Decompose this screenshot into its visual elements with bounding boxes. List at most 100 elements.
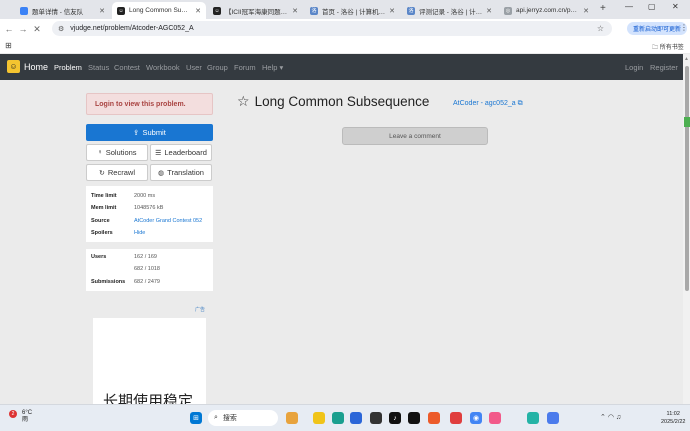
browser-tab[interactable]: 洛 首页 - 洛谷 | 计算机科学 ✕ <box>305 2 400 19</box>
site-navbar: ☺ Home Problem Status Contest Workbook U… <box>0 54 683 80</box>
menu-icon[interactable]: ⋮ <box>680 23 688 32</box>
edge-icon[interactable] <box>332 412 344 424</box>
app-icon[interactable] <box>428 412 440 424</box>
close-tab-icon[interactable]: ✕ <box>583 7 589 15</box>
vjudge-logo-icon: ☺ <box>7 60 20 73</box>
app-icon[interactable] <box>489 412 501 424</box>
nav-login[interactable]: Login <box>625 63 643 72</box>
close-tab-icon[interactable]: ✕ <box>195 7 201 15</box>
app-icon[interactable] <box>547 412 559 424</box>
problem-stats-box: Users 162 / 169 682 / 1018 Submissions 6… <box>86 249 213 291</box>
stop-icon[interactable]: ✕ <box>30 24 44 35</box>
ad-text: 长期使用稳定 <box>103 393 194 404</box>
address-bar[interactable]: ⚙ vjudge.net/problem/Atcoder-AGC052_A ☆ <box>52 21 612 36</box>
tiktok-icon[interactable]: ♪ <box>389 412 401 424</box>
nav-group[interactable]: Group <box>207 63 228 72</box>
folder-icon: 🗀 <box>652 45 659 51</box>
widgets-icon[interactable] <box>286 412 298 424</box>
favorite-star-icon[interactable]: ☆ <box>237 93 250 110</box>
close-window-icon[interactable]: ✕ <box>672 2 679 11</box>
file-explorer-icon[interactable] <box>313 412 325 424</box>
browser-tab[interactable]: ◎ api.jerryz.com.cn/practi ✕ <box>499 2 594 19</box>
upload-icon: ⇪ <box>133 128 140 137</box>
favicon-icon: 洛 <box>407 6 415 15</box>
app-icon[interactable] <box>527 412 539 424</box>
system-tray[interactable]: ⌃ ◠ ♫ <box>600 413 621 421</box>
nav-user[interactable]: User <box>186 63 202 72</box>
site-info-icon[interactable]: ⚙ <box>58 25 64 33</box>
forward-icon[interactable]: → <box>16 24 30 34</box>
browser-tab[interactable]: 题单详情 - 信友队 ✕ <box>15 2 110 19</box>
origin-link[interactable]: AtCoder - agc052_a ⧉ <box>453 100 523 108</box>
nav-workbook[interactable]: Workbook <box>146 63 180 72</box>
favicon-icon <box>20 6 28 15</box>
all-bookmarks-button[interactable]: 🗀 所有书签 <box>652 42 684 53</box>
weather-widget[interactable]: 2 6°C 雨 <box>9 410 32 424</box>
external-link-icon: ⧉ <box>517 100 523 107</box>
nav-forum[interactable]: Forum <box>234 63 256 72</box>
bookmark-star-icon[interactable]: ☆ <box>597 24 604 33</box>
update-button[interactable]: 重新启动即可更新 <box>627 22 688 35</box>
ad-label: 广告 <box>195 307 206 313</box>
scroll-up-icon[interactable]: ▲ <box>684 56 689 62</box>
qq-icon[interactable] <box>370 412 382 424</box>
source-link[interactable]: AtCoder Grand Contest 052 <box>134 218 202 224</box>
maximize-icon[interactable]: ▢ <box>648 2 656 11</box>
advertisement[interactable]: 长期使用稳定 <box>93 318 206 404</box>
spoilers-toggle[interactable]: Hide <box>134 230 145 236</box>
new-tab-icon[interactable]: + <box>600 3 606 14</box>
favicon-icon: 洛 <box>310 6 318 15</box>
app-icon[interactable] <box>350 412 362 424</box>
submit-button[interactable]: ⇪ Submit <box>86 124 213 141</box>
volume-icon: ♫ <box>615 414 622 421</box>
taskbar-search[interactable]: ⌕ 搜索 <box>208 410 278 426</box>
favicon-icon: ☺ <box>117 6 125 15</box>
clock[interactable]: 11:02 2025/2/22 <box>661 411 685 426</box>
search-icon: ⌕ <box>214 414 218 421</box>
wifi-icon: ◠ <box>607 414 614 421</box>
browser-tab[interactable]: 洛 评测记录 - 洛谷 | 计算机 ✕ <box>402 2 497 19</box>
close-tab-icon[interactable]: ✕ <box>389 7 395 15</box>
app-icon[interactable] <box>450 412 462 424</box>
side-widget[interactable] <box>684 117 690 127</box>
tab-strip: 题单详情 - 信友队 ✕ ☺ Long Common Subseque ✕ ☺ … <box>0 0 690 19</box>
notification-badge: 2 <box>9 410 17 418</box>
leave-comment-button[interactable]: Leave a comment <box>342 127 488 145</box>
brand-home-link[interactable]: ☺ Home <box>7 60 48 73</box>
caret-down-icon: ▾ <box>279 63 284 72</box>
solutions-button[interactable]: ♀ Solutions <box>86 144 148 161</box>
problem-title: ☆ Long Common Subsequence <box>237 93 430 110</box>
lightbulb-icon: ♀ <box>97 149 103 156</box>
globe-icon: ◍ <box>158 169 165 177</box>
nav-register[interactable]: Register <box>650 63 678 72</box>
apps-icon[interactable]: ⊞ <box>5 41 12 50</box>
close-tab-icon[interactable]: ✕ <box>99 7 105 15</box>
browser-toolbar: ← → ✕ ⚙ vjudge.net/problem/Atcoder-AGC05… <box>0 19 690 39</box>
chevron-up-icon: ⌃ <box>600 414 606 421</box>
taskbar: 2 6°C 雨 ⊞ ⌕ 搜索 ♪ ◉ ⌃ ◠ ♫ 11:02 2025/2/22 <box>0 404 690 431</box>
nav-help[interactable]: Help ▾ <box>262 63 283 72</box>
browser-tab[interactable]: ☺ 【ICII冠军海康同题算法 ✕ <box>208 2 303 19</box>
browser-tab-active[interactable]: ☺ Long Common Subseque ✕ <box>112 2 206 19</box>
app-icon[interactable] <box>408 412 420 424</box>
bookmarks-bar: ⊞ 🗀 所有书签 <box>0 39 690 53</box>
recrawl-button[interactable]: ↻ Recrawl <box>86 164 148 181</box>
close-tab-icon[interactable]: ✕ <box>292 7 298 15</box>
minimize-icon[interactable]: — <box>625 2 633 11</box>
nav-status[interactable]: Status <box>88 63 109 72</box>
refresh-icon: ↻ <box>99 169 105 177</box>
nav-contest[interactable]: Contest <box>114 63 140 72</box>
favicon-icon: ☺ <box>213 6 221 15</box>
close-tab-icon[interactable]: ✕ <box>486 7 492 15</box>
back-icon[interactable]: ← <box>2 24 16 34</box>
start-icon[interactable]: ⊞ <box>190 412 202 424</box>
chrome-icon[interactable]: ◉ <box>470 412 482 424</box>
favicon-icon: ◎ <box>504 6 512 15</box>
nav-problem[interactable]: Problem <box>54 63 82 72</box>
login-alert: Login to view this problem. <box>86 93 213 115</box>
translation-button[interactable]: ◍ Translation <box>150 164 212 181</box>
list-icon: ☰ <box>155 149 162 157</box>
problem-info-box: Time limit 2000 ms Mem limit 1048576 kB … <box>86 186 213 242</box>
leaderboard-button[interactable]: ☰ Leaderboard <box>150 144 212 161</box>
scrollbar-thumb[interactable] <box>685 66 689 291</box>
